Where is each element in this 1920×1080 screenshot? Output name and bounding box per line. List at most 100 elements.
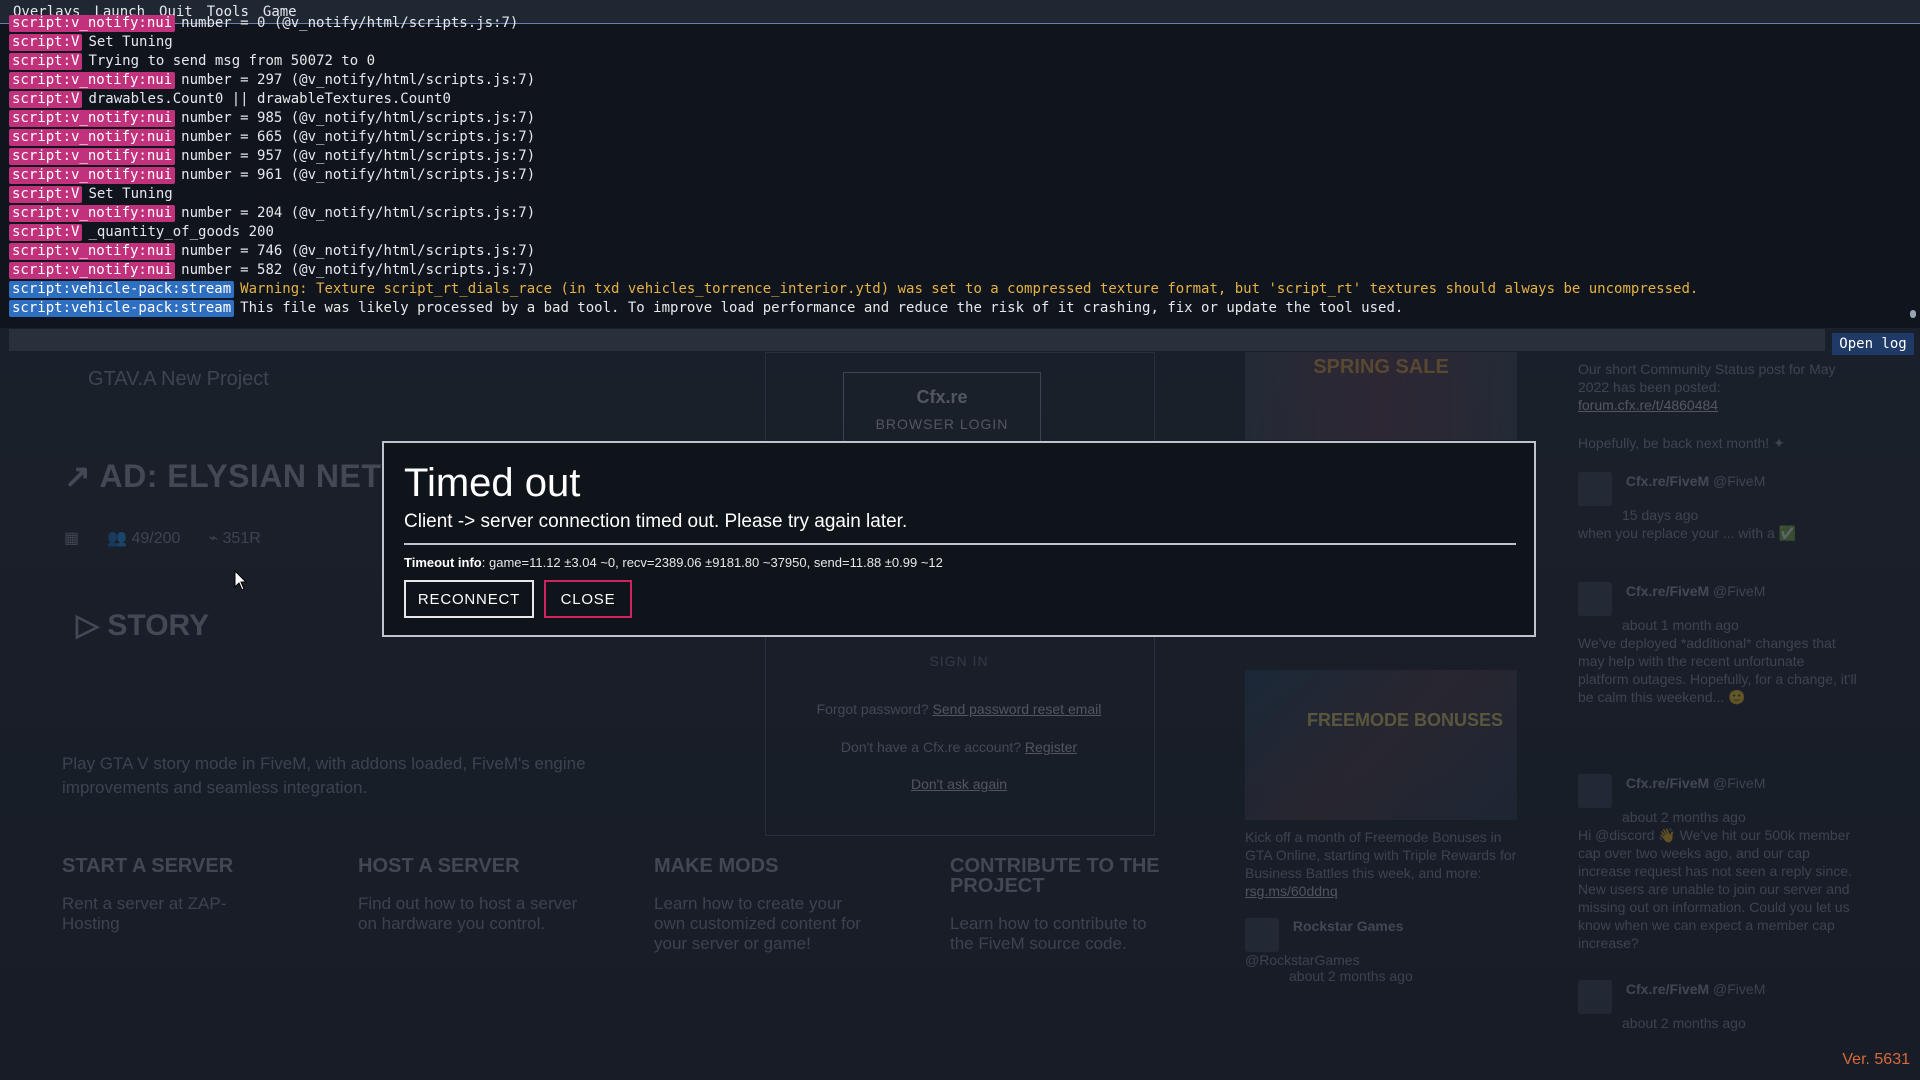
tile-contribute[interactable]: CONTRIBUTE TO THE PROJECT Learn how to c… [950, 856, 1246, 954]
console-scrollbar[interactable] [1910, 28, 1916, 318]
play-icon: ▷ [76, 609, 108, 642]
log-message: number = 0 (@v_notify/html/scripts.js:7) [181, 15, 519, 31]
log-source-tag: script:v_notify:nui [9, 110, 176, 127]
trending-icon: ↗ [64, 458, 92, 494]
tile-make-mods[interactable]: MAKE MODS Learn how to create your own c… [654, 856, 950, 954]
log-source-tag: script:v_notify:nui [9, 129, 176, 146]
console-line: script:v_notify:nui number = 957 (@v_noti… [9, 147, 1900, 166]
dont-ask-link[interactable]: Don't ask again [765, 776, 1153, 792]
console-line: script:v_notify:nui number = 665 (@v_noti… [9, 128, 1900, 147]
fivem-avatar [1578, 774, 1612, 808]
log-message: number = 297 (@v_notify/html/scripts.js:… [181, 72, 536, 88]
news-column: SPRING SALE FREEMODE BONUSES Kick off a … [1245, 352, 1517, 984]
console-line: script:v_notify:nui number = 746 (@v_noti… [9, 242, 1900, 261]
log-message: number = 985 (@v_notify/html/scripts.js:… [181, 110, 536, 126]
tile-host-server[interactable]: HOST A SERVER Find out how to host a ser… [358, 856, 654, 954]
console-line: script:v_notify:nui number = 204 (@v_noti… [9, 204, 1900, 223]
story-description: Play GTA V story mode in FiveM, with add… [62, 754, 586, 797]
log-source-tag: script:v_notify:nui [9, 148, 176, 165]
spring-sale-banner[interactable]: SPRING SALE [1245, 352, 1517, 440]
ping-value: ⌁ 351R [208, 530, 261, 547]
log-message: number = 957 (@v_notify/html/scripts.js:… [181, 148, 536, 164]
log-message: _quantity_of_goods 200 [88, 224, 274, 240]
log-source-tag: script:vehicle-pack:stream [9, 281, 235, 298]
log-message: Set Tuning [88, 186, 173, 202]
people-icon: 👥 [107, 530, 132, 547]
console-line: script:V Set Tuning [9, 185, 1900, 204]
feed-item: Cfx.re/FiveM @FiveM about 2 months ago [1578, 980, 1858, 1032]
log-source-tag: script:v_notify:nui [9, 262, 176, 279]
console-line: script:V Trying to send msg from 50072 to… [9, 52, 1900, 71]
console-line: script:V drawables.Count0 || drawableText… [9, 90, 1900, 109]
rockstar-avatar [1245, 918, 1279, 952]
console-log[interactable]: script:v_notify:nui number = 0 (@v_notify… [9, 14, 1900, 318]
cfx-logo: Cfx.re [916, 387, 968, 407]
server-ad-title[interactable]: ↗ AD: ELYSIAN NETW [64, 457, 412, 495]
server-ad-stats: ▦ 👥 49/200 ⌁ 351R [64, 528, 261, 548]
flag-icon: ▦ [64, 530, 80, 547]
console-overlay: script:v_notify:nui number = 0 (@v_notify… [0, 15, 1920, 351]
console-line: script:v_notify:nui number = 582 (@v_noti… [9, 261, 1900, 280]
open-log-button[interactable]: Open log [1832, 333, 1914, 355]
log-source-tag: script:V [9, 53, 83, 70]
fivem-avatar [1578, 472, 1612, 506]
forum-link[interactable]: forum.cfx.re/t/4860484 [1578, 397, 1718, 413]
timeout-dialog: Timed out Client -> server connection ti… [382, 441, 1536, 637]
log-message: Trying to send msg from 50072 to 0 [88, 53, 376, 69]
fivem-avatar [1578, 980, 1612, 1014]
news-text: Kick off a month of Freemode Bonuses in … [1245, 829, 1517, 899]
dialog-message: Client -> server connection timed out. P… [404, 511, 908, 532]
feed-item: Hopefully, be back next month! ✦ [1578, 435, 1785, 451]
log-message: Set Tuning [88, 34, 173, 50]
browser-login-button[interactable]: Cfx.re BROWSER LOGIN [843, 372, 1041, 444]
no-account: Don't have a Cfx.re account? Register [840, 739, 1078, 755]
timeout-info: Timeout info: game=11.12 ±3.04 ~0, recv=… [404, 555, 943, 570]
console-line: script:vehicle-pack:stream This file was … [9, 299, 1900, 318]
feed-item: Cfx.re/FiveM @FiveM about 1 month ago We… [1578, 582, 1857, 705]
console-line: script:v_notify:nui number = 985 (@v_noti… [9, 109, 1900, 128]
console-input[interactable] [9, 329, 1825, 351]
version-label: Ver. 5631 [1842, 1051, 1910, 1068]
freemode-bonuses-banner[interactable]: FREEMODE BONUSES [1245, 670, 1517, 820]
log-source-tag: script:V [9, 91, 83, 108]
players-count: 👥 49/200 [107, 530, 181, 547]
console-scroll-thumb[interactable] [1910, 310, 1916, 318]
console-line: script:V _quantity_of_goods 200 [9, 223, 1900, 242]
log-message: number = 746 (@v_notify/html/scripts.js:… [181, 243, 536, 259]
tile-start-server[interactable]: START A SERVER Rent a server at ZAP-Host… [62, 856, 358, 954]
register-link[interactable]: Register [1025, 739, 1077, 755]
sign-in-button[interactable]: SIGN IN [765, 653, 1153, 669]
fivem-avatar [1578, 582, 1612, 616]
log-source-tag: script:vehicle-pack:stream [9, 300, 235, 317]
feed-item: Cfx.re/FiveM @FiveM 15 days ago when you… [1578, 472, 1797, 541]
story-button[interactable]: ▷ STORY [76, 608, 209, 643]
news-link[interactable]: rsg.ms/60ddnq [1245, 883, 1338, 899]
console-line: script:v_notify:nui number = 297 (@v_noti… [9, 71, 1900, 90]
dialog-divider [404, 543, 1516, 545]
log-message: number = 204 (@v_notify/html/scripts.js:… [181, 205, 536, 221]
forgot-password: Forgot password? Send password reset ema… [816, 701, 1102, 717]
action-tiles: START A SERVER Rent a server at ZAP-Host… [62, 856, 1246, 954]
log-message: number = 665 (@v_notify/html/scripts.js:… [181, 129, 536, 145]
feed-item: Cfx.re/FiveM @FiveM about 2 months ago H… [1578, 774, 1852, 951]
log-message: number = 961 (@v_notify/html/scripts.js:… [181, 167, 536, 183]
log-source-tag: script:V [9, 224, 83, 241]
log-message: This file was likely processed by a bad … [240, 300, 1404, 316]
log-source-tag: script:V [9, 34, 83, 51]
console-line: script:v_notify:nui number = 0 (@v_notify… [9, 14, 1900, 33]
log-source-tag: script:v_notify:nui [9, 167, 176, 184]
log-source-tag: script:v_notify:nui [9, 72, 176, 89]
dialog-title: Timed out [404, 461, 581, 505]
signal-icon: ⌁ [208, 530, 223, 547]
console-line: script:V Set Tuning [9, 33, 1900, 52]
log-source-tag: script:v_notify:nui [9, 243, 176, 260]
log-message: drawables.Count0 || drawableTextures.Cou… [88, 91, 451, 107]
console-line: script:vehicle-pack:stream Warning: Textu… [9, 280, 1900, 299]
reset-password-link[interactable]: Send password reset email [933, 701, 1102, 717]
mouse-cursor-icon [234, 570, 248, 591]
feed-item: Our short Community Status post for May … [1578, 361, 1836, 413]
console-line: script:v_notify:nui number = 961 (@v_noti… [9, 166, 1900, 185]
close-button[interactable]: CLOSE [544, 580, 632, 618]
reconnect-button[interactable]: RECONNECT [404, 580, 534, 618]
log-source-tag: script:v_notify:nui [9, 205, 176, 222]
